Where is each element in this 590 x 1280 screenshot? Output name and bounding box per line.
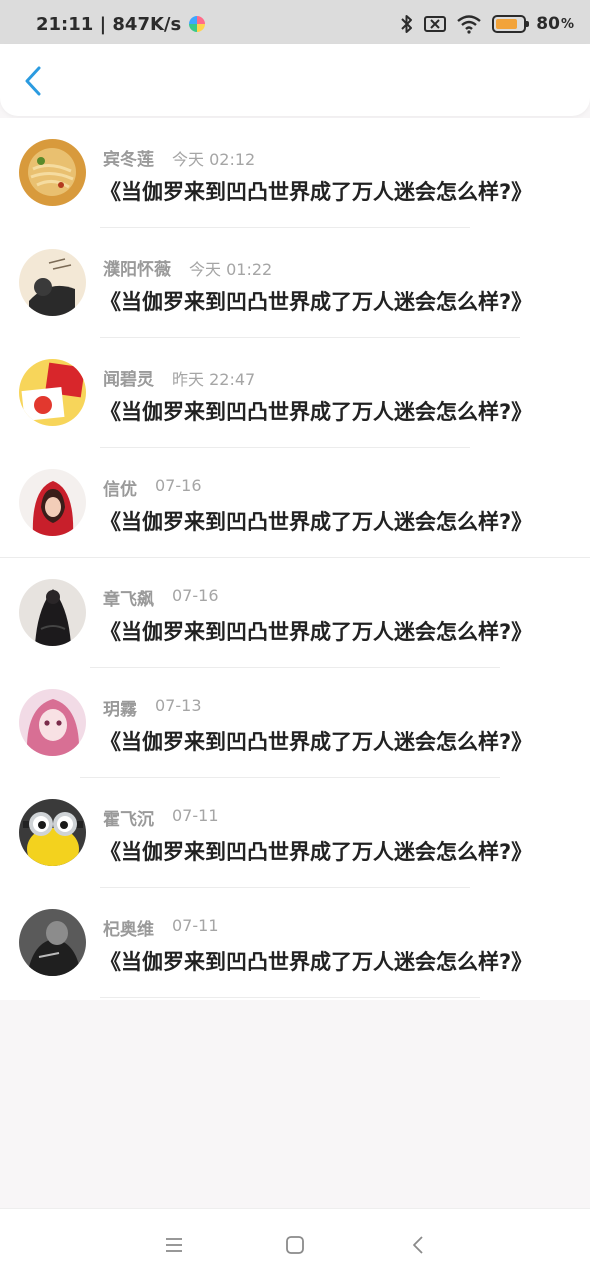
post-time: 07-11 xyxy=(172,806,219,825)
list-item[interactable]: 闻碧灵 昨天 22:47 《当伽罗来到凹凸世界成了万人迷会怎么样?》 xyxy=(0,338,590,448)
item-title: 《当伽罗来到凹凸世界成了万人迷会怎么样?》 xyxy=(100,180,533,204)
avatar xyxy=(19,579,86,646)
post-time: 今天 01:22 xyxy=(189,260,273,279)
system-navigation-bar xyxy=(0,1208,590,1280)
author-name: 宾冬莲 xyxy=(103,150,154,170)
list-item[interactable]: 濮阳怀薇 今天 01:22 《当伽罗来到凹凸世界成了万人迷会怎么样?》 xyxy=(0,228,590,338)
avatar xyxy=(19,909,86,976)
food-noodles-image xyxy=(19,139,86,206)
battery-level-fill xyxy=(496,19,518,29)
battery-icon xyxy=(492,15,530,33)
post-time: 07-16 xyxy=(172,586,219,605)
item-meta: 玥霧 07-13 xyxy=(103,695,202,720)
item-title: 《当伽罗来到凹凸世界成了万人迷会怎么样?》 xyxy=(100,620,533,644)
item-title: 《当伽罗来到凹凸世界成了万人迷会怎么样?》 xyxy=(100,290,533,314)
top-app-bar xyxy=(0,44,590,116)
post-time: 07-11 xyxy=(172,916,219,935)
item-title: 《当伽罗来到凹凸世界成了万人迷会怎么样?》 xyxy=(100,510,533,534)
author-name: 杞奥维 xyxy=(103,920,154,940)
avatar xyxy=(19,689,86,756)
chevron-left-icon xyxy=(25,66,41,96)
back-chevron-icon xyxy=(413,1236,423,1254)
monochrome-figure-image xyxy=(19,909,86,976)
author-name: 章飞飙 xyxy=(103,590,154,610)
avatar xyxy=(19,249,86,316)
item-title: 《当伽罗来到凹凸世界成了万人迷会怎么样?》 xyxy=(100,840,533,864)
menu-icon xyxy=(166,1238,182,1252)
avatar xyxy=(19,799,86,866)
post-time: 07-13 xyxy=(155,696,202,715)
item-meta: 信优 07-16 xyxy=(103,475,202,500)
list-item[interactable]: 章飞飙 07-16 《当伽罗来到凹凸世界成了万人迷会怎么样?》 xyxy=(0,558,590,668)
bluetooth-icon xyxy=(401,15,413,33)
item-meta: 霍飞沉 07-11 xyxy=(103,805,219,830)
post-time: 昨天 22:47 xyxy=(172,370,256,389)
item-meta: 闻碧灵 昨天 22:47 xyxy=(103,365,255,390)
list-item[interactable]: 霍飞沉 07-11 《当伽罗来到凹凸世界成了万人迷会怎么样?》 xyxy=(0,778,590,888)
sim-card-icon xyxy=(424,16,447,32)
post-time: 07-16 xyxy=(155,476,202,495)
list-item[interactable]: 玥霧 07-13 《当伽罗来到凹凸世界成了万人迷会怎么样?》 xyxy=(0,668,590,778)
status-time-speed: 21:11 | 847K/s xyxy=(36,13,182,35)
author-name: 玥霧 xyxy=(103,700,137,720)
battery-percent-sign: % xyxy=(560,16,574,32)
post-time: 今天 02:12 xyxy=(172,150,256,169)
avatar xyxy=(19,139,86,206)
anime-girl-image xyxy=(19,689,86,756)
item-title: 《当伽罗来到凹凸世界成了万人迷会怎么样?》 xyxy=(100,950,533,974)
divider xyxy=(100,997,480,998)
item-meta: 宾冬莲 今天 02:12 xyxy=(103,145,255,170)
app-notification-icon xyxy=(189,16,206,32)
item-meta: 章飞飙 07-16 xyxy=(103,585,219,610)
home-button[interactable] xyxy=(281,1231,309,1259)
battery-percent: 80 xyxy=(536,14,560,34)
list-item[interactable]: 杞奥维 07-11 《当伽罗来到凹凸世界成了万人迷会怎么样?》 xyxy=(0,888,590,998)
back-button[interactable] xyxy=(18,64,48,98)
status-right: 80 % xyxy=(400,12,574,36)
avatar xyxy=(19,359,86,426)
sketch-figure-image xyxy=(19,249,86,316)
status-left: 21:11 | 847K/s xyxy=(36,12,206,36)
cartoon-bird-image xyxy=(19,359,86,426)
dark-dress-figure-image xyxy=(19,579,86,646)
article-list: 宾冬莲 今天 02:12 《当伽罗来到凹凸世界成了万人迷会怎么样?》 濮阳怀薇 … xyxy=(0,118,590,1000)
item-title: 《当伽罗来到凹凸世界成了万人迷会怎么样?》 xyxy=(100,400,533,424)
author-name: 信优 xyxy=(103,480,137,500)
item-meta: 濮阳怀薇 今天 01:22 xyxy=(103,255,272,280)
wifi-icon xyxy=(457,15,482,34)
item-meta: 杞奥维 07-11 xyxy=(103,915,219,940)
menu-button[interactable] xyxy=(160,1231,188,1259)
author-name: 闻碧灵 xyxy=(103,370,154,390)
list-item[interactable]: 宾冬莲 今天 02:12 《当伽罗来到凹凸世界成了万人迷会怎么样?》 xyxy=(0,118,590,228)
home-square-icon xyxy=(286,1236,304,1254)
back-nav-button[interactable] xyxy=(404,1231,432,1259)
list-item[interactable]: 信优 07-16 《当伽罗来到凹凸世界成了万人迷会怎么样?》 xyxy=(0,448,590,558)
author-name: 濮阳怀薇 xyxy=(103,260,171,280)
girl-red-hood-image xyxy=(19,469,86,536)
minion-image xyxy=(19,799,86,866)
author-name: 霍飞沉 xyxy=(103,810,154,830)
avatar xyxy=(19,469,86,536)
item-title: 《当伽罗来到凹凸世界成了万人迷会怎么样?》 xyxy=(100,730,533,754)
status-bar: 21:11 | 847K/s 80 % xyxy=(0,0,590,44)
